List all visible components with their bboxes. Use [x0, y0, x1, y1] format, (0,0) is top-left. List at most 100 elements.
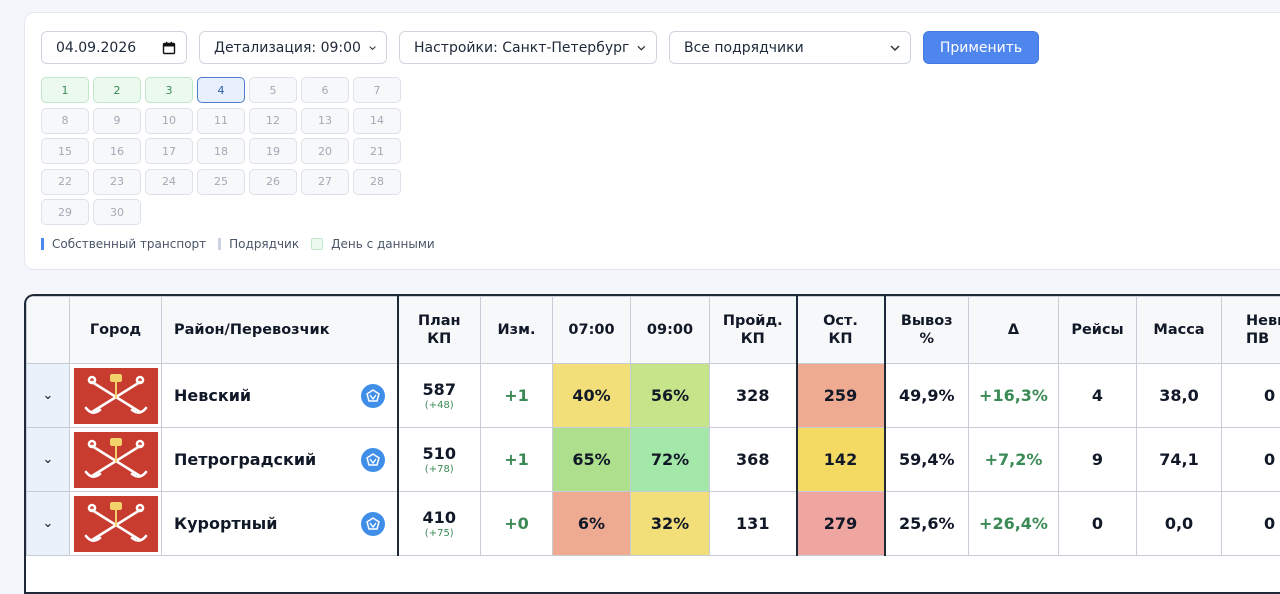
detail-value: Детализация: 09:00: [214, 40, 361, 56]
passed-cell: 368: [710, 428, 797, 492]
header-expand: [27, 297, 70, 364]
expand-toggle[interactable]: ⌄: [27, 492, 70, 556]
day-button-21[interactable]: 21: [353, 138, 401, 164]
expand-toggle[interactable]: ⌄: [27, 364, 70, 428]
header-remaining-label: Ост. КП: [823, 312, 859, 348]
header-delta[interactable]: Δ: [969, 297, 1059, 364]
day-button-9[interactable]: 9: [93, 108, 141, 134]
trips-cell: 4: [1059, 364, 1137, 428]
export-cell: 49,9%: [885, 364, 969, 428]
header-trips[interactable]: Рейсы: [1059, 297, 1137, 364]
filter-panel: 04.09.2026 Детализация: 09:00 Настройки:…: [24, 12, 1280, 270]
report-table: Город Район/Перевозчик План КП Изм. 07:0…: [24, 294, 1280, 594]
expand-toggle[interactable]: ⌄: [27, 428, 70, 492]
plan-delta: (+78): [399, 464, 481, 475]
day-button-19[interactable]: 19: [249, 138, 297, 164]
day-button-15[interactable]: 15: [41, 138, 89, 164]
unexported-cell: 0: [1222, 364, 1280, 428]
day-button-23[interactable]: 23: [93, 169, 141, 195]
header-passed-label: Пройд. КП: [720, 312, 786, 348]
passed-cell: 131: [710, 492, 797, 556]
day-button-30[interactable]: 30: [93, 199, 141, 225]
day-button-18[interactable]: 18: [197, 138, 245, 164]
header-change[interactable]: Изм.: [481, 297, 553, 364]
unexported-cell: 0: [1222, 428, 1280, 492]
header-0700[interactable]: 07:00: [553, 297, 631, 364]
settings-value: Настройки: Санкт-Петербург: [414, 40, 629, 56]
trips-cell: 0: [1059, 492, 1137, 556]
legend-contractor-label: Подрядчик: [229, 237, 299, 251]
city-flag-icon: [74, 432, 158, 488]
day-button-2[interactable]: 2: [93, 77, 141, 103]
header-export[interactable]: Вывоз %: [885, 297, 969, 364]
calendar-icon[interactable]: [162, 41, 176, 55]
plan-cell: 510(+78): [398, 428, 481, 492]
passed-cell: 328: [710, 364, 797, 428]
city-cell: [70, 364, 162, 428]
settings-select[interactable]: Настройки: Санкт-Петербург: [399, 31, 657, 64]
header-unexported[interactable]: Невы ПВ: [1222, 297, 1280, 364]
day-button-11[interactable]: 11: [197, 108, 245, 134]
chevron-down-icon: [890, 43, 900, 53]
day-button-27[interactable]: 27: [301, 169, 349, 195]
header-mass[interactable]: Масса: [1137, 297, 1222, 364]
carrier-logo-icon: [365, 452, 381, 468]
carrier-logo-icon: [365, 388, 381, 404]
plan-delta: (+48): [399, 400, 481, 411]
delta-cell: +26,4%: [969, 492, 1059, 556]
t0700-cell: 65%: [553, 428, 631, 492]
plan-value: 510: [399, 444, 481, 463]
district-cell[interactable]: Невский: [162, 364, 398, 428]
day-button-13[interactable]: 13: [301, 108, 349, 134]
day-button-28[interactable]: 28: [353, 169, 401, 195]
day-button-22[interactable]: 22: [41, 169, 89, 195]
date-value: 04.09.2026: [56, 40, 152, 56]
chevron-down-icon: [637, 43, 646, 53]
header-passed[interactable]: Пройд. КП: [710, 297, 797, 364]
day-button-3[interactable]: 3: [145, 77, 193, 103]
carrier-badge[interactable]: [361, 448, 385, 472]
header-plan[interactable]: План КП: [398, 297, 481, 364]
export-cell: 25,6%: [885, 492, 969, 556]
day-button-12[interactable]: 12: [249, 108, 297, 134]
day-button-6[interactable]: 6: [301, 77, 349, 103]
district-cell[interactable]: Петроградский: [162, 428, 398, 492]
day-button-5[interactable]: 5: [249, 77, 297, 103]
contractors-select[interactable]: Все подрядчики: [669, 31, 911, 64]
legend-own: Собственный транспорт: [41, 237, 206, 251]
carrier-badge[interactable]: [361, 384, 385, 408]
day-button-10[interactable]: 10: [145, 108, 193, 134]
trips-cell: 9: [1059, 428, 1137, 492]
day-button-4[interactable]: 4: [197, 77, 245, 103]
table-header-row: Город Район/Перевозчик План КП Изм. 07:0…: [27, 297, 1280, 364]
day-button-16[interactable]: 16: [93, 138, 141, 164]
city-flag-icon: [74, 496, 158, 552]
delta-cell: +7,2%: [969, 428, 1059, 492]
day-button-25[interactable]: 25: [197, 169, 245, 195]
day-button-26[interactable]: 26: [249, 169, 297, 195]
date-input[interactable]: 04.09.2026: [41, 31, 187, 64]
day-button-24[interactable]: 24: [145, 169, 193, 195]
district-cell[interactable]: Курортный: [162, 492, 398, 556]
day-button-20[interactable]: 20: [301, 138, 349, 164]
day-button-29[interactable]: 29: [41, 199, 89, 225]
district-name: Петроградский: [174, 450, 316, 469]
header-0900[interactable]: 09:00: [631, 297, 710, 364]
remaining-cell: 279: [797, 492, 885, 556]
apply-button[interactable]: Применить: [923, 31, 1039, 64]
header-district[interactable]: Район/Перевозчик: [162, 297, 398, 364]
detail-select[interactable]: Детализация: 09:00: [199, 31, 387, 64]
delta-cell: +16,3%: [969, 364, 1059, 428]
carrier-badge[interactable]: [361, 512, 385, 536]
day-button-14[interactable]: 14: [353, 108, 401, 134]
day-button-8[interactable]: 8: [41, 108, 89, 134]
day-button-17[interactable]: 17: [145, 138, 193, 164]
mass-cell: 0,0: [1137, 492, 1222, 556]
contractors-value: Все подрядчики: [684, 40, 882, 56]
header-remaining[interactable]: Ост. КП: [797, 297, 885, 364]
header-city[interactable]: Город: [70, 297, 162, 364]
day-button-7[interactable]: 7: [353, 77, 401, 103]
remaining-cell: 259: [797, 364, 885, 428]
plan-cell: 410(+75): [398, 492, 481, 556]
day-button-1[interactable]: 1: [41, 77, 89, 103]
